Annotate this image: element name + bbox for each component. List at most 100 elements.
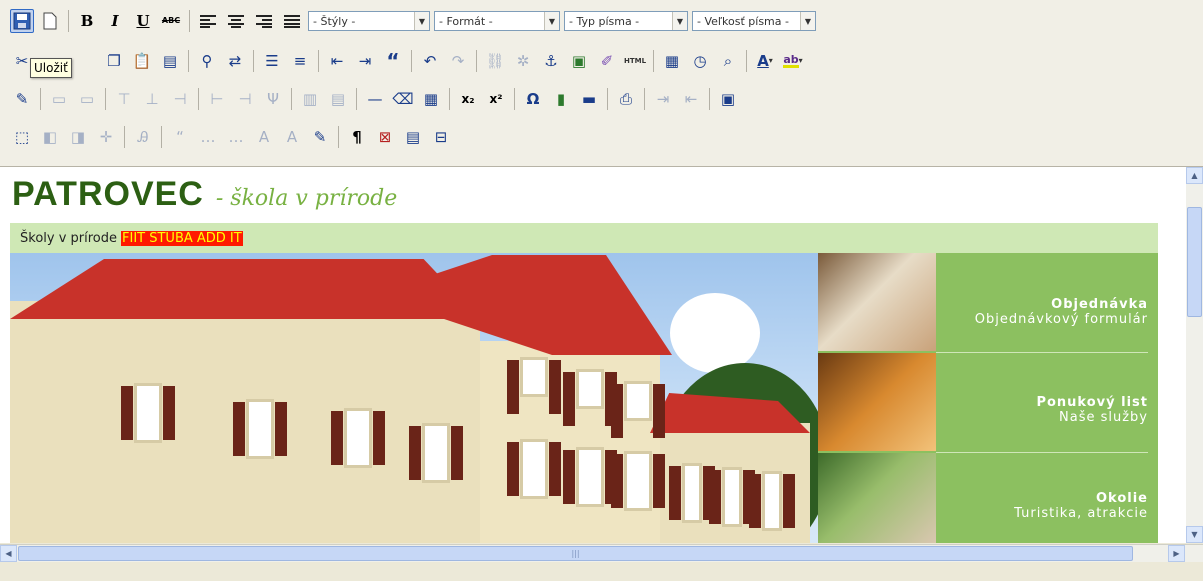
menu-item-objednavka[interactable]: Objednávka Objednávkový formulár: [975, 297, 1148, 327]
window: [121, 383, 175, 443]
scroll-down-icon[interactable]: ▼: [1186, 526, 1203, 543]
editor-area[interactable]: PATROVEC - škola v prírode Školy v príro…: [0, 167, 1203, 543]
font-select[interactable]: - Typ písma - ▼: [564, 11, 688, 31]
chevron-down-icon[interactable]: ▼: [800, 12, 815, 30]
special-char-icon[interactable]: Ω: [521, 87, 545, 111]
vertical-scroll-thumb[interactable]: [1187, 207, 1202, 317]
menu-item-ponukovy-list[interactable]: Ponukový list Naše služby: [1036, 395, 1148, 425]
window: [233, 399, 287, 459]
insert-col-before-icon[interactable]: ⊢: [205, 87, 229, 111]
chevron-down-icon[interactable]: ▼: [672, 12, 687, 30]
move-forward-icon[interactable]: ◧: [38, 125, 62, 149]
row-props-icon[interactable]: ▭: [47, 87, 71, 111]
paste-icon[interactable]: 📋: [130, 49, 154, 73]
paste-word-icon[interactable]: ▤: [158, 49, 182, 73]
table-icon[interactable]: ▦: [419, 87, 443, 111]
bold-button[interactable]: B: [75, 9, 99, 33]
scroll-right-icon[interactable]: ▶: [1168, 545, 1185, 562]
insert-row-after-icon[interactable]: ⊥: [140, 87, 164, 111]
anchor-icon[interactable]: ⚓: [539, 49, 563, 73]
align-left-icon[interactable]: [196, 9, 220, 33]
save-icon[interactable]: [10, 9, 34, 33]
absolute-icon[interactable]: ✛: [94, 125, 118, 149]
font-size-select[interactable]: - Veľkosť písma - ▼: [692, 11, 816, 31]
eraser-icon[interactable]: ⌫: [391, 87, 415, 111]
superscript-icon[interactable]: x²: [484, 87, 508, 111]
menu-item-title[interactable]: Ponukový list: [1036, 395, 1148, 410]
bullet-list-icon[interactable]: ☰: [260, 49, 284, 73]
horizontal-scroll-thumb[interactable]: |||: [18, 546, 1133, 561]
attributes-icon[interactable]: ✎: [308, 125, 332, 149]
style-props-icon[interactable]: Ꭿ: [131, 125, 155, 149]
image-icon[interactable]: ▣: [567, 49, 591, 73]
cell-props-icon[interactable]: ▭: [75, 87, 99, 111]
delete-col-icon[interactable]: Ψ: [261, 87, 285, 111]
strikethrough-button[interactable]: ABC: [159, 9, 183, 33]
page-break-icon[interactable]: ⊟: [429, 125, 453, 149]
time-icon[interactable]: ◷: [688, 49, 712, 73]
copy-icon[interactable]: ❐: [102, 49, 126, 73]
align-center-icon[interactable]: [224, 9, 248, 33]
align-justify-icon[interactable]: [280, 9, 304, 33]
page-content[interactable]: PATROVEC - škola v prírode Školy v príro…: [10, 167, 1158, 543]
scroll-left-icon[interactable]: ◀: [0, 545, 17, 562]
breadcrumb-bar: Školy v prírode FIIT STUBA ADD IT: [10, 223, 1158, 253]
rtl-icon[interactable]: ⇤: [679, 87, 703, 111]
menu-item-title[interactable]: Okolie: [1014, 491, 1148, 506]
unlink-icon[interactable]: ✲: [511, 49, 535, 73]
redo-icon[interactable]: ↷: [446, 49, 470, 73]
indent-icon[interactable]: ⇥: [353, 49, 377, 73]
media-icon[interactable]: ▮: [549, 87, 573, 111]
date-icon[interactable]: ▦: [660, 49, 684, 73]
outdent-icon[interactable]: ⇤: [325, 49, 349, 73]
insert-col-after-icon[interactable]: ⊣: [233, 87, 257, 111]
delete-row-icon[interactable]: ⊣: [168, 87, 192, 111]
edit-css-icon[interactable]: ✎: [10, 87, 34, 111]
find-icon[interactable]: ⚲: [195, 49, 219, 73]
template-icon[interactable]: ▤: [401, 125, 425, 149]
acronym-icon[interactable]: …: [224, 125, 248, 149]
print-icon[interactable]: ⎙: [614, 87, 638, 111]
link-icon[interactable]: ⛓: [483, 49, 507, 73]
preview-icon[interactable]: ⌕: [716, 49, 740, 73]
merge-cells-icon[interactable]: ▤: [326, 87, 350, 111]
abbr-icon[interactable]: …: [196, 125, 220, 149]
ins-icon[interactable]: A: [280, 125, 304, 149]
move-backward-icon[interactable]: ◨: [66, 125, 90, 149]
styles-select[interactable]: - Štýly - ▼: [308, 11, 430, 31]
chevron-down-icon[interactable]: ▼: [544, 12, 559, 30]
cite-icon[interactable]: “: [168, 125, 192, 149]
blockquote-icon[interactable]: “: [381, 49, 405, 73]
insert-row-before-icon[interactable]: ⊤: [112, 87, 136, 111]
undo-icon[interactable]: ↶: [418, 49, 442, 73]
scroll-up-icon[interactable]: ▲: [1186, 167, 1203, 184]
divider: [936, 352, 1148, 353]
numbered-list-icon[interactable]: ≡: [288, 49, 312, 73]
format-select[interactable]: - Formát - ▼: [434, 11, 560, 31]
new-document-icon[interactable]: [38, 9, 62, 33]
split-cells-icon[interactable]: ▥: [298, 87, 322, 111]
text-color-icon[interactable]: A ▾: [753, 49, 777, 73]
subscript-icon[interactable]: x₂: [456, 87, 480, 111]
html-icon[interactable]: HTML: [623, 49, 647, 73]
menu-item-okolie[interactable]: Okolie Turistika, atrakcie: [1014, 491, 1148, 521]
horizontal-line-icon[interactable]: ▬: [577, 87, 601, 111]
non-breaking-icon[interactable]: ⊠: [373, 125, 397, 149]
separator: [607, 88, 608, 110]
fullscreen-icon[interactable]: ▣: [716, 87, 740, 111]
pilcrow-icon[interactable]: ¶: [345, 125, 369, 149]
horizontal-scrollbar[interactable]: ◀ ||| ▶: [0, 544, 1203, 562]
align-right-icon[interactable]: [252, 9, 276, 33]
del-icon[interactable]: A: [252, 125, 276, 149]
italic-button[interactable]: I: [103, 9, 127, 33]
insert-layer-icon[interactable]: ⬚: [10, 125, 34, 149]
horizontal-rule-icon[interactable]: —: [363, 87, 387, 111]
ltr-icon[interactable]: ⇥: [651, 87, 675, 111]
replace-icon[interactable]: ⇄: [223, 49, 247, 73]
menu-item-title[interactable]: Objednávka: [975, 297, 1148, 312]
vertical-scrollbar[interactable]: ▲ ▼: [1186, 167, 1203, 543]
cleanup-icon[interactable]: ✐: [595, 49, 619, 73]
underline-button[interactable]: U: [131, 9, 155, 33]
highlight-color-icon[interactable]: ab ▾: [781, 49, 805, 73]
chevron-down-icon[interactable]: ▼: [414, 12, 429, 30]
